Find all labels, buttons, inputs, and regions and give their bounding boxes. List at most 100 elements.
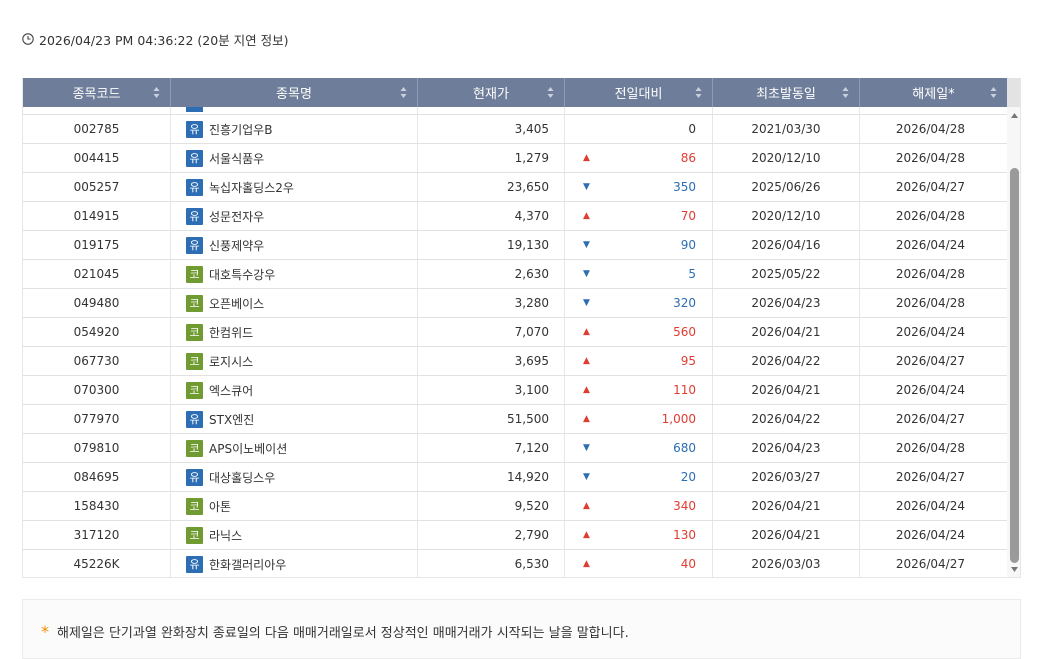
cell-code: 054920 xyxy=(23,318,171,346)
change-direction-icon: ▼ xyxy=(583,472,590,482)
cell-name[interactable]: 코 APS이노베이션 xyxy=(171,434,418,462)
change-value: 90 xyxy=(680,238,696,252)
cell-code: 002785 xyxy=(23,115,171,143)
cell-name[interactable]: 코 한컴위드 xyxy=(171,318,418,346)
cell-name[interactable]: 유 신풍제약우 xyxy=(171,231,418,259)
change-value: 40 xyxy=(680,557,696,571)
stock-name-link[interactable]: 로지시스 xyxy=(209,353,253,370)
sort-arrows-icon xyxy=(153,87,160,98)
table-row[interactable]: 004415 유 서울식품우 1,279 ▲ 86 2020/12/10 2026/04/28 xyxy=(23,144,1007,173)
cell-first-date: 2025/06/26 xyxy=(713,173,860,201)
market-badge: 유 xyxy=(186,120,203,138)
cell-name[interactable]: 유 대상홀딩스우 xyxy=(171,463,418,491)
table-header: 종목코드 종목명 현재가 전일대비 최초발동일 해제일* xyxy=(23,78,1007,107)
cell-price: 6,530 xyxy=(418,550,565,577)
table-row[interactable]: 070300 코 엑스큐어 3,100 ▲ 110 2026/04/21 2026/04/24 xyxy=(23,376,1007,405)
cell-name[interactable]: 유 STX엔진 xyxy=(171,405,418,433)
stock-name-link[interactable]: 서울식품우 xyxy=(209,150,264,167)
table-row[interactable]: 45226K 유 한화갤러리아우 6,530 ▲ 40 2026/03/03 2026/04/… xyxy=(23,550,1007,577)
market-badge: 코 xyxy=(186,265,203,283)
cell-first-date: 2026/04/21 xyxy=(713,521,860,549)
cell-name[interactable]: 유 녹십자홀딩스2우 xyxy=(171,173,418,201)
stock-name-link[interactable]: 한화갤러리아우 xyxy=(209,556,286,573)
col-header-code[interactable]: 종목코드 xyxy=(23,78,171,107)
cell-name[interactable]: 코 오픈베이스 xyxy=(171,289,418,317)
market-badge: 유 xyxy=(186,468,203,486)
cell-first-date: 2026/04/16 xyxy=(713,231,860,259)
table-row[interactable]: 049480 코 오픈베이스 3,280 ▼ 320 2026/04/23 2026/04/2… xyxy=(23,289,1007,318)
cell-name[interactable]: 유 한화갤러리아우 xyxy=(171,550,418,577)
stock-name-link[interactable]: 대호특수강우 xyxy=(209,266,275,283)
table-row[interactable]: 317120 코 라닉스 2,790 ▲ 130 2026/04/21 2026/04/24 xyxy=(23,521,1007,550)
cell-name[interactable]: 코 아톤 xyxy=(171,492,418,520)
cell-name[interactable]: 유 성문전자우 xyxy=(171,202,418,230)
col-header-release-date[interactable]: 해제일* xyxy=(860,78,1007,107)
scrollbar-thumb[interactable] xyxy=(1010,168,1019,563)
cell-change: ▲ 130 xyxy=(565,521,713,549)
change-value: 70 xyxy=(680,209,696,223)
table-row[interactable]: 005257 유 녹십자홀딩스2우 23,650 ▼ 350 2025/06/26 2026/… xyxy=(23,173,1007,202)
stock-name-link[interactable]: 엑스큐어 xyxy=(209,382,253,399)
cell-release-date: 2026/04/24 xyxy=(895,238,965,252)
stock-name-link[interactable]: 대상홀딩스우 xyxy=(209,469,275,486)
col-header-name[interactable]: 종목명 xyxy=(171,78,418,107)
table-row[interactable]: 067730 코 로지시스 3,695 ▲ 95 2026/04/22 2026/04/27 xyxy=(23,347,1007,376)
change-value: 5 xyxy=(688,267,696,281)
table-row[interactable]: 079810 코 APS이노베이션 7,120 ▼ 680 2026/04/23 2026/0… xyxy=(23,434,1007,463)
table-row[interactable]: 054920 코 한컴위드 7,070 ▲ 560 2026/04/21 2026/04/24 xyxy=(23,318,1007,347)
cell-price: 19,130 xyxy=(418,231,565,259)
scroll-up-arrow-icon[interactable] xyxy=(1010,112,1019,119)
table-row[interactable]: 014915 유 성문전자우 4,370 ▲ 70 2020/12/10 2026/04/28 xyxy=(23,202,1007,231)
market-badge: 코 xyxy=(186,526,203,544)
cell-first-date: 2026/03/03 xyxy=(713,550,860,577)
change-value: 20 xyxy=(680,470,696,484)
cell-name[interactable]: 코 라닉스 xyxy=(171,521,418,549)
stock-name-link[interactable]: 아톤 xyxy=(209,498,231,515)
table-row[interactable]: 021045 코 대호특수강우 2,630 ▼ 5 2025/05/22 2026/04/28 xyxy=(23,260,1007,289)
cell-change: ▲ 340 xyxy=(565,492,713,520)
stock-name-link[interactable]: 성문전자우 xyxy=(209,208,264,225)
sort-arrows-icon xyxy=(547,87,554,98)
stock-name-link[interactable]: 진흥기업우B xyxy=(209,121,272,138)
vertical-scrollbar[interactable] xyxy=(1007,107,1020,577)
stock-name-link[interactable]: STX엔진 xyxy=(209,411,254,428)
cell-price: 14,920 xyxy=(418,463,565,491)
col-header-price[interactable]: 현재가 xyxy=(418,78,565,107)
cell-name[interactable]: 코 대호특수강우 xyxy=(171,260,418,288)
table-row[interactable]: 084695 유 대상홀딩스우 14,920 ▼ 20 2026/03/27 2026/04/… xyxy=(23,463,1007,492)
market-badge: 코 xyxy=(186,381,203,399)
change-value: 95 xyxy=(680,354,696,368)
stock-name-link[interactable]: 녹십자홀딩스2우 xyxy=(209,179,294,196)
cell-name[interactable]: 코 로지시스 xyxy=(171,347,418,375)
cell-name[interactable]: 유 서울식품우 xyxy=(171,144,418,172)
stock-name-link[interactable]: 한컴위드 xyxy=(209,324,253,341)
stock-name-link[interactable]: 오픈베이스 xyxy=(209,295,264,312)
cell-name[interactable]: 코 엑스큐어 xyxy=(171,376,418,404)
market-badge: 코 xyxy=(186,439,203,457)
table-row[interactable]: 077970 유 STX엔진 51,500 ▲ 1,000 2026/04/22 2026/0… xyxy=(23,405,1007,434)
change-direction-icon: ▼ xyxy=(583,443,590,453)
change-direction-icon: ▲ xyxy=(583,385,590,395)
cell-code: 067730 xyxy=(23,347,171,375)
market-badge: 유 xyxy=(186,178,203,196)
scroll-down-arrow-icon[interactable] xyxy=(1010,566,1019,573)
col-header-change[interactable]: 전일대비 xyxy=(565,78,713,107)
stock-name-link[interactable]: APS이노베이션 xyxy=(209,440,287,457)
table-row[interactable]: 158430 코 아톤 9,520 ▲ 340 2026/04/21 2026/04/24 xyxy=(23,492,1007,521)
cell-first-date: 2026/03/27 xyxy=(713,463,860,491)
change-value: 340 xyxy=(673,499,696,513)
table-row[interactable]: 002785 유 진흥기업우B 3,405 0 2021/03/30 2026/04/28 xyxy=(23,115,1007,144)
change-direction-icon: ▲ xyxy=(583,414,590,424)
cell-price: 3,695 xyxy=(418,347,565,375)
change-direction-icon: ▲ xyxy=(583,559,590,569)
cell-release-date: 2026/04/28 xyxy=(895,267,965,281)
sort-arrows-icon xyxy=(842,87,849,98)
col-header-first-date[interactable]: 최초발동일 xyxy=(713,78,860,107)
table-row[interactable]: 019175 유 신풍제약우 19,130 ▼ 90 2026/04/16 2026/04/2… xyxy=(23,231,1007,260)
cell-name[interactable]: 유 진흥기업우B xyxy=(171,115,418,143)
cell-change: ▼ 680 xyxy=(565,434,713,462)
change-value: 130 xyxy=(673,528,696,542)
cell-change: ▲ 110 xyxy=(565,376,713,404)
stock-name-link[interactable]: 신풍제약우 xyxy=(209,237,264,254)
stock-name-link[interactable]: 라닉스 xyxy=(209,527,242,544)
